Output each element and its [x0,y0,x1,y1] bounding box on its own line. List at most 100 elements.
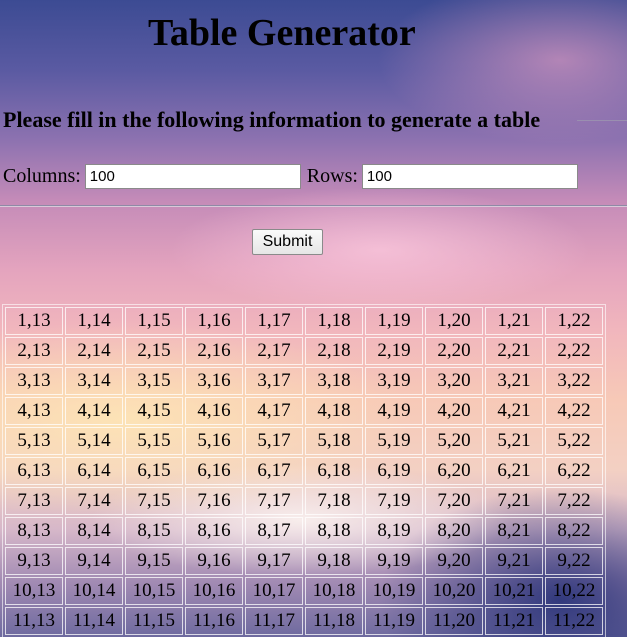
table-cell: 1,14 [65,307,123,335]
table-cell: 5,14 [65,427,123,455]
table-cell: 10,19 [365,577,423,605]
table-cell: 6,19 [365,457,423,485]
table-cell: 9,19 [365,547,423,575]
table-cell: 4,21 [485,397,543,425]
table-cell: 2,14 [65,337,123,365]
table-cell: 8,19 [365,517,423,545]
table-cell: 3,15 [125,367,183,395]
table-cell: 1,19 [365,307,423,335]
table-cell: 10,15 [125,577,183,605]
rows-input[interactable] [361,164,578,189]
table-cell: 5,21 [485,427,543,455]
table-cell: 6,16 [185,457,243,485]
table-cell: 6,17 [245,457,303,485]
table-cell: 7,13 [5,487,63,515]
table-cell: 4,14 [65,397,123,425]
table-cell: 3,19 [365,367,423,395]
table-cell: 11,17 [245,607,303,635]
table-cell: 11,15 [125,607,183,635]
table-cell: 5,18 [305,427,363,455]
table-cell: 9,14 [65,547,123,575]
table-cell: 6,15 [125,457,183,485]
table-cell: 3,22 [545,367,603,395]
subtitle-rule [577,120,627,121]
table-row: 8,13 8,14 8,15 8,16 8,17 8,18 8,19 8,20 8,21 8,22 [5,517,603,545]
table-cell: 7,22 [545,487,603,515]
table-cell: 2,21 [485,337,543,365]
table-cell: 10,16 [185,577,243,605]
generated-table-viewport[interactable]: 1,13 1,14 1,15 1,16 1,17 1,18 1,19 1,20 1,21 1,22… [2,304,627,637]
table-cell: 4,16 [185,397,243,425]
table-cell: 11,16 [185,607,243,635]
table-cell: 1,16 [185,307,243,335]
table-cell: 7,14 [65,487,123,515]
table-row: 7,13 7,14 7,15 7,16 7,17 7,18 7,19 7,20 7,21 7,22 [5,487,603,515]
page-title: Table Generator [148,12,416,54]
table-cell: 3,20 [425,367,483,395]
table-cell: 4,17 [245,397,303,425]
generated-table: 1,13 1,14 1,15 1,16 1,17 1,18 1,19 1,20 1,21 1,22… [2,304,606,637]
table-cell: 4,13 [5,397,63,425]
table-cell: 1,15 [125,307,183,335]
table-cell: 1,17 [245,307,303,335]
table-cell: 10,13 [5,577,63,605]
table-cell: 4,15 [125,397,183,425]
table-cell: 4,22 [545,397,603,425]
table-cell: 2,16 [185,337,243,365]
table-row: 6,13 6,14 6,15 6,16 6,17 6,18 6,19 6,20 6,21 6,22 [5,457,603,485]
table-cell: 8,14 [65,517,123,545]
table-cell: 9,16 [185,547,243,575]
table-cell: 3,21 [485,367,543,395]
table-cell: 8,16 [185,517,243,545]
table-cell: 5,19 [365,427,423,455]
table-cell: 9,15 [125,547,183,575]
table-cell: 11,21 [485,607,543,635]
section-divider [0,205,627,207]
table-cell: 9,22 [545,547,603,575]
columns-label: Columns: [3,165,81,187]
table-row: 3,13 3,14 3,15 3,16 3,17 3,18 3,19 3,20 3,21 3,22 [5,367,603,395]
table-cell: 11,14 [65,607,123,635]
table-cell: 8,22 [545,517,603,545]
table-cell: 10,14 [65,577,123,605]
table-cell: 2,13 [5,337,63,365]
table-cell: 7,16 [185,487,243,515]
table-cell: 8,18 [305,517,363,545]
table-cell: 6,21 [485,457,543,485]
table-cell: 9,21 [485,547,543,575]
table-cell: 1,21 [485,307,543,335]
table-row: 11,13 11,14 11,15 11,16 11,17 11,18 11,19 11,20… [5,607,603,635]
table-cell: 2,17 [245,337,303,365]
table-cell: 9,20 [425,547,483,575]
table-cell: 11,22 [545,607,603,635]
table-cell: 9,18 [305,547,363,575]
table-cell: 5,13 [5,427,63,455]
table-cell: 5,22 [545,427,603,455]
table-cell: 4,19 [365,397,423,425]
table-cell: 7,20 [425,487,483,515]
table-row: 5,13 5,14 5,15 5,16 5,17 5,18 5,19 5,20 5,21 5,22 [5,427,603,455]
table-cell: 8,15 [125,517,183,545]
table-cell: 7,15 [125,487,183,515]
table-cell: 1,22 [545,307,603,335]
table-cell: 1,18 [305,307,363,335]
table-cell: 10,21 [485,577,543,605]
table-cell: 6,18 [305,457,363,485]
table-cell: 10,20 [425,577,483,605]
table-cell: 10,18 [305,577,363,605]
table-cell: 3,16 [185,367,243,395]
table-cell: 10,22 [545,577,603,605]
table-row: 10,13 10,14 10,15 10,16 10,17 10,18 10,19 10,20… [5,577,603,605]
table-cell: 11,19 [365,607,423,635]
table-cell: 2,18 [305,337,363,365]
table-cell: 1,20 [425,307,483,335]
table-cell: 5,15 [125,427,183,455]
table-cell: 8,21 [485,517,543,545]
table-cell: 4,20 [425,397,483,425]
table-cell: 6,14 [65,457,123,485]
table-cell: 8,20 [425,517,483,545]
table-cell: 3,13 [5,367,63,395]
table-cell: 3,17 [245,367,303,395]
columns-input[interactable] [84,164,301,189]
submit-button[interactable]: Submit [252,229,323,255]
